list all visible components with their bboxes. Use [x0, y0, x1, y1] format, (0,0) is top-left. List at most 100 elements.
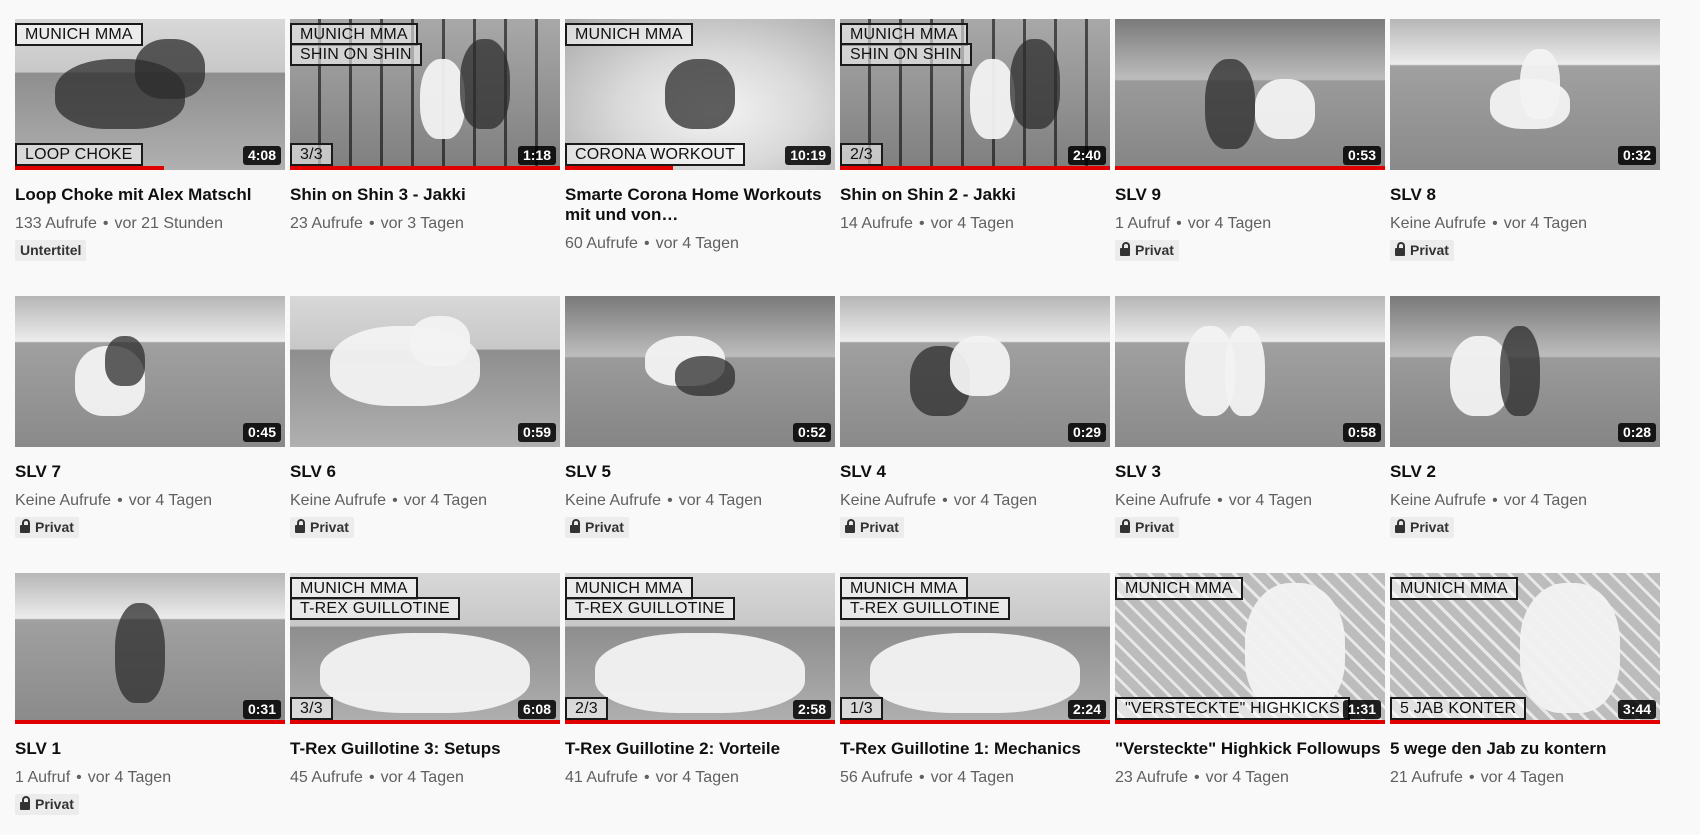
video-title[interactable]: T-Rex Guillotine 2: Vorteile	[565, 739, 835, 759]
view-count: 60 Aufrufe	[565, 235, 638, 252]
view-count: Keine Aufrufe	[840, 492, 937, 509]
video-meta: Keine Aufrufe • vor 4 Tagen	[840, 491, 1110, 511]
meta-separator: •	[667, 492, 673, 509]
duration-badge: 2:40	[1067, 146, 1106, 165]
lock-icon	[20, 519, 30, 533]
thumbnail-figure	[320, 633, 530, 713]
video-thumbnail[interactable]: MUNICH MMA SHIN ON SHIN 3/3 1:18	[290, 19, 560, 170]
badge-label: Privat	[585, 519, 624, 535]
video-title[interactable]: SLV 6	[290, 462, 560, 482]
private-badge: Privat	[565, 517, 629, 538]
thumbnail-overlay-caption: 2/3	[840, 143, 883, 166]
video-card[interactable]: 0:52 SLV 5 Keine Aufrufe • vor 4 Tagen Privat	[565, 296, 835, 573]
video-thumbnail[interactable]: 0:32	[1390, 19, 1660, 170]
video-thumbnail[interactable]: MUNICH MMA T-REX GUILLOTINE 1/3 2:24	[840, 573, 1110, 724]
video-thumbnail[interactable]: 0:31	[15, 573, 285, 724]
video-title[interactable]: SLV 4	[840, 462, 1110, 482]
upload-age: vor 4 Tagen	[678, 492, 763, 509]
badge-label: Untertitel	[20, 242, 82, 258]
video-title[interactable]: T-Rex Guillotine 1: Mechanics	[840, 739, 1110, 759]
video-thumbnail[interactable]: 0:28	[1390, 296, 1660, 447]
video-meta: Keine Aufrufe • vor 4 Tagen	[1390, 491, 1660, 511]
upload-age: vor 4 Tagen	[128, 492, 213, 509]
lock-icon	[845, 519, 855, 533]
thumbnail-overlay-caption: LOOP CHOKE	[15, 143, 143, 166]
video-card[interactable]: MUNICH MMA CORONA WORKOUT 10:19 Smarte Coro…	[565, 19, 835, 296]
video-thumbnail[interactable]: MUNICH MMA LOOP CHOKE 4:08	[15, 19, 285, 170]
video-thumbnail[interactable]: MUNICH MMA "VERSTECKTE" HIGHKICKS 1:31	[1115, 573, 1385, 724]
video-title[interactable]: T-Rex Guillotine 3: Setups	[290, 739, 560, 759]
video-card[interactable]: MUNICH MMA SHIN ON SHIN 3/3 1:18 Shin on Shi…	[290, 19, 560, 296]
video-thumbnail[interactable]: MUNICH MMA T-REX GUILLOTINE 3/3 6:08	[290, 573, 560, 724]
video-card[interactable]: 0:58 SLV 3 Keine Aufrufe • vor 4 Tagen Privat	[1115, 296, 1385, 573]
video-title[interactable]: SLV 1	[15, 739, 285, 759]
video-card[interactable]: MUNICH MMA T-REX GUILLOTINE 3/3 6:08 T-Rex G…	[290, 573, 560, 835]
video-thumbnail[interactable]: 0:58	[1115, 296, 1385, 447]
thumbnail-figure	[595, 633, 805, 713]
lock-icon	[570, 519, 580, 533]
meta-separator: •	[643, 769, 650, 786]
duration-badge: 0:45	[242, 423, 281, 442]
video-title[interactable]: 5 wege den Jab zu kontern	[1390, 739, 1660, 759]
video-title[interactable]: SLV 3	[1115, 462, 1385, 482]
video-card[interactable]: 0:31 SLV 1 1 Aufruf • vor 4 Tagen Privat	[15, 573, 285, 835]
thumbnail-overlay-subtitle: SHIN ON SHIN	[840, 43, 972, 66]
video-thumbnail[interactable]: 0:52	[565, 296, 835, 447]
video-thumbnail[interactable]: 0:29	[840, 296, 1110, 447]
video-thumbnail[interactable]: MUNICH MMA T-REX GUILLOTINE 2/3 2:58	[565, 573, 835, 724]
video-card[interactable]: 0:28 SLV 2 Keine Aufrufe • vor 4 Tagen Privat	[1390, 296, 1660, 573]
video-title[interactable]: SLV 5	[565, 462, 835, 482]
badge-label: Privat	[310, 519, 349, 535]
video-meta: 41 Aufrufe • vor 4 Tagen	[565, 768, 835, 788]
upload-age: vor 21 Stunden	[114, 215, 223, 232]
private-badge: Privat	[1115, 240, 1179, 261]
video-title[interactable]: SLV 7	[15, 462, 285, 482]
video-card[interactable]: 0:45 SLV 7 Keine Aufrufe • vor 4 Tagen Privat	[15, 296, 285, 573]
meta-separator: •	[1176, 215, 1182, 232]
video-title[interactable]: "Versteckte" Highkick Followups	[1115, 739, 1385, 759]
video-card[interactable]: MUNICH MMA T-REX GUILLOTINE 1/3 2:24 T-Rex G…	[840, 573, 1110, 835]
private-badge: Privat	[1390, 517, 1454, 538]
video-title[interactable]: Smarte Corona Home Workouts mit und von…	[565, 185, 835, 225]
video-card[interactable]: 0:32 SLV 8 Keine Aufrufe • vor 4 Tagen Privat	[1390, 19, 1660, 296]
video-thumbnail[interactable]: 0:59	[290, 296, 560, 447]
video-card[interactable]: MUNICH MMA 5 JAB KONTER 3:44 5 wege den Jab…	[1390, 573, 1660, 835]
video-meta: 133 Aufrufe • vor 21 Stunden	[15, 214, 285, 234]
video-title[interactable]: Shin on Shin 3 - Jakki	[290, 185, 560, 205]
video-card[interactable]: MUNICH MMA LOOP CHOKE 4:08 Loop Choke mit A…	[15, 19, 285, 296]
video-title[interactable]: Loop Choke mit Alex Matschl	[15, 185, 285, 205]
video-title[interactable]: Shin on Shin 2 - Jakki	[840, 185, 1110, 205]
video-meta: 1 Aufruf • vor 4 Tagen	[1115, 214, 1385, 234]
video-card[interactable]: MUNICH MMA SHIN ON SHIN 2/3 2:40 Shin on Shi…	[840, 19, 1110, 296]
video-card[interactable]: 0:59 SLV 6 Keine Aufrufe • vor 4 Tagen Privat	[290, 296, 560, 573]
video-meta: 23 Aufrufe • vor 3 Tagen	[290, 214, 560, 234]
thumbnail-figure	[675, 356, 735, 396]
lock-icon	[1120, 242, 1130, 256]
video-thumbnail[interactable]: MUNICH MMA SHIN ON SHIN 2/3 2:40	[840, 19, 1110, 170]
video-title[interactable]: SLV 2	[1390, 462, 1660, 482]
meta-separator: •	[918, 769, 925, 786]
video-card[interactable]: 0:53 SLV 9 1 Aufruf • vor 4 Tagen Privat	[1115, 19, 1385, 296]
video-meta: 45 Aufrufe • vor 4 Tagen	[290, 768, 560, 788]
meta-separator: •	[1468, 769, 1475, 786]
upload-age: vor 4 Tagen	[1205, 769, 1289, 786]
video-meta: Keine Aufrufe • vor 4 Tagen	[15, 491, 285, 511]
lock-icon	[20, 796, 30, 810]
view-count: 23 Aufrufe	[1115, 769, 1188, 786]
video-meta: 60 Aufrufe • vor 4 Tagen	[565, 234, 835, 254]
upload-age: vor 4 Tagen	[655, 769, 739, 786]
video-title[interactable]: SLV 9	[1115, 185, 1385, 205]
video-title[interactable]: SLV 8	[1390, 185, 1660, 205]
upload-age: vor 4 Tagen	[1228, 492, 1313, 509]
view-count: 41 Aufrufe	[565, 769, 638, 786]
video-thumbnail[interactable]: MUNICH MMA CORONA WORKOUT 10:19	[565, 19, 835, 170]
video-card[interactable]: 0:29 SLV 4 Keine Aufrufe • vor 4 Tagen Privat	[840, 296, 1110, 573]
view-count: 45 Aufrufe	[290, 769, 363, 786]
video-card[interactable]: MUNICH MMA T-REX GUILLOTINE 2/3 2:58 T-Rex G…	[565, 573, 835, 835]
video-thumbnail[interactable]: 0:45	[15, 296, 285, 447]
watch-progress-bar	[565, 720, 835, 724]
thumbnail-overlay-brand: MUNICH MMA	[565, 23, 693, 46]
video-thumbnail[interactable]: MUNICH MMA 5 JAB KONTER 3:44	[1390, 573, 1660, 724]
video-card[interactable]: MUNICH MMA "VERSTECKTE" HIGHKICKS 1:31 "Ver…	[1115, 573, 1385, 835]
video-thumbnail[interactable]: 0:53	[1115, 19, 1385, 170]
